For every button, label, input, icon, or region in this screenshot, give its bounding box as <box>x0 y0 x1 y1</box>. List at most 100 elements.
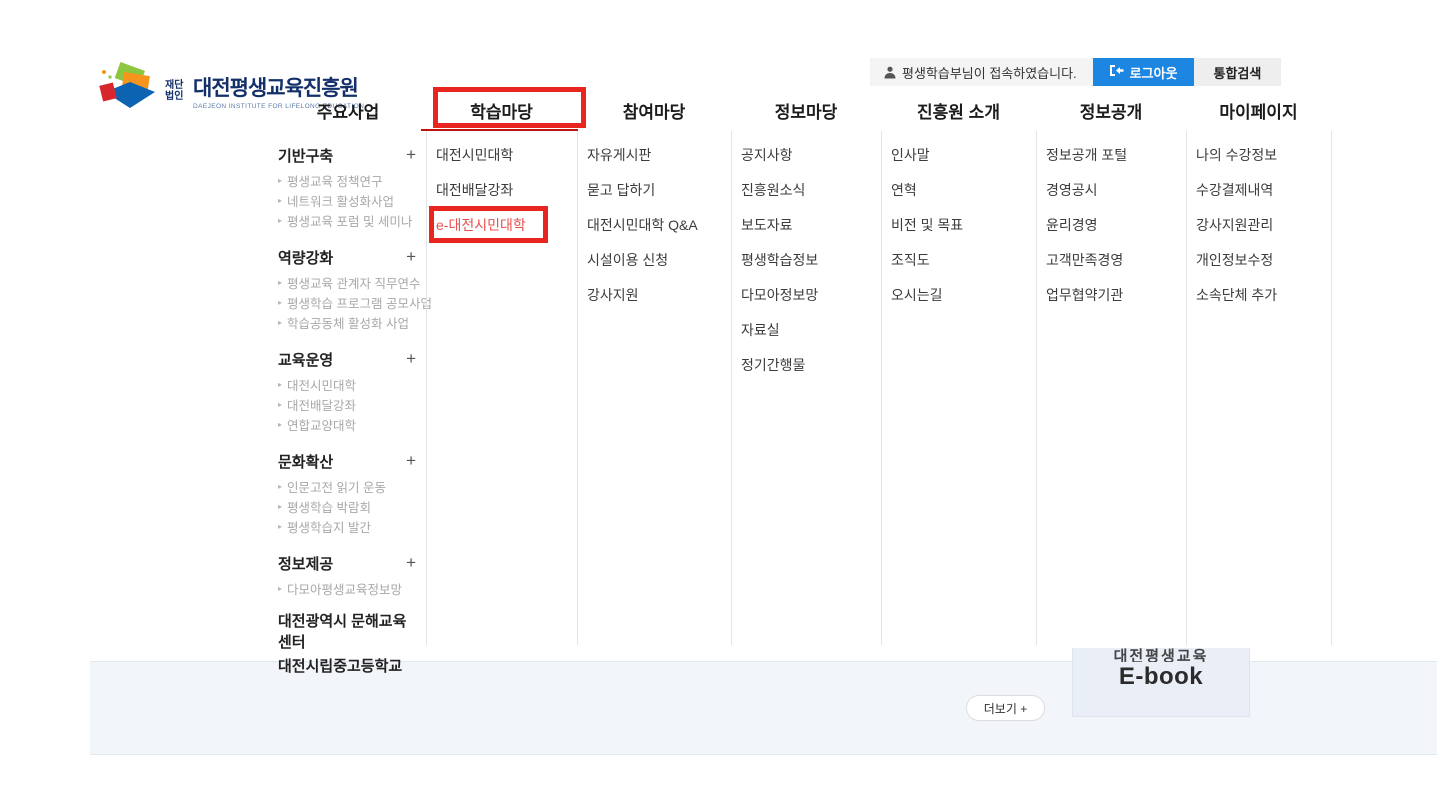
global-search-label: 통합검색 <box>1214 63 1262 82</box>
logout-label: 로그아웃 <box>1130 63 1178 82</box>
menu-link[interactable]: 조직도 <box>891 242 1036 277</box>
nav-label: 참여마당 <box>623 98 686 123</box>
sub-link-label: 학습공동체 활성화 사업 <box>287 313 409 332</box>
more-button[interactable]: 더보기 + <box>966 695 1045 721</box>
sub-link-label: 연합교양대학 <box>287 415 356 434</box>
nav-item-participation[interactable]: 참여마당 <box>577 90 731 131</box>
nav-label: 정보공개 <box>1080 98 1143 123</box>
menu-link[interactable]: 수강결제내역 <box>1196 172 1331 207</box>
nav-item-projects[interactable]: 주요사업 <box>270 90 426 131</box>
sub-link-label: 평생교육 관계자 직무연수 <box>287 273 420 292</box>
menu-link[interactable]: 대전배달강좌 <box>436 172 577 207</box>
menu-sub-link[interactable]: ▸인문고전 읽기 운동 <box>278 476 416 496</box>
logo-prefix: 재단법인 <box>165 80 189 102</box>
menu-group-title[interactable]: 기반구축 <box>278 145 333 166</box>
nav-item-mypage[interactable]: 마이페이지 <box>1186 90 1331 131</box>
menu-sub-link[interactable]: ▸ 대전시민대학 <box>278 374 416 394</box>
menu-link[interactable]: 묻고 답하기 <box>587 172 731 207</box>
menu-sub-link[interactable]: ▸평생교육 관계자 직무연수 <box>278 272 416 292</box>
menu-link[interactable]: 강사지원 <box>587 277 731 312</box>
nav-item-learning[interactable]: 학습마당 <box>426 90 577 131</box>
menu-link[interactable]: 인사말 <box>891 137 1036 172</box>
menu-group-title[interactable]: 교육운영 <box>278 349 333 370</box>
plus-icon[interactable]: + <box>406 553 416 573</box>
arrow-bullet-icon: ▸ <box>278 400 282 409</box>
plus-icon[interactable]: + <box>406 451 416 471</box>
menu-extra-link[interactable]: 대전시립중고등학교 <box>278 648 416 682</box>
megamenu-col-projects: 기반구축 + ▸평생교육 정책연구 ▸네트워크 활성화사업 ▸평생교육 포럼 및… <box>270 131 426 645</box>
sub-link-label: 대전시민대학 <box>287 375 356 394</box>
menu-link[interactable]: 윤리경영 <box>1046 207 1186 242</box>
sub-link-label: 인문고전 읽기 운동 <box>287 477 386 496</box>
plus-icon[interactable]: + <box>406 349 416 369</box>
menu-sub-link[interactable]: ▸ 대전배달강좌 <box>278 394 416 414</box>
menu-link-e-citizen-univ[interactable]: e-대전시민대학 <box>436 207 577 242</box>
logout-button[interactable]: 로그아웃 <box>1093 58 1194 86</box>
menu-link[interactable]: 평생학습정보 <box>741 242 881 277</box>
menu-sub-link[interactable]: ▸연합교양대학 <box>278 414 416 434</box>
menu-link[interactable]: 경영공시 <box>1046 172 1186 207</box>
arrow-bullet-icon: ▸ <box>278 176 282 185</box>
menu-link[interactable]: 자유게시판 <box>587 137 731 172</box>
megamenu-col-info-plaza: 공지사항 진흥원소식 보도자료 평생학습정보 다모아정보망 자료실 정기간행물 <box>731 131 881 645</box>
menu-group-education: 교육운영 + ▸ 대전시민대학 ▸ 대전배달강좌 ▸연합교양대학 <box>278 348 416 434</box>
menu-group-title[interactable]: 문화확산 <box>278 451 333 472</box>
menu-sub-link[interactable]: ▸평생학습 프로그램 공모사업 <box>278 292 416 312</box>
menu-link[interactable]: 소속단체 추가 <box>1196 277 1331 312</box>
menu-link[interactable]: 개인정보수정 <box>1196 242 1331 277</box>
menu-link[interactable]: 대전시민대학 <box>436 137 577 172</box>
nav-item-info-plaza[interactable]: 정보마당 <box>731 90 881 131</box>
topbar: 평생학습부님이 접속하였습니다. 로그아웃 통합검색 <box>870 58 1281 86</box>
menu-link[interactable]: 다모아정보망 <box>741 277 881 312</box>
arrow-bullet-icon: ▸ <box>278 380 282 389</box>
arrow-bullet-icon: ▸ <box>278 216 282 225</box>
logout-icon <box>1109 64 1124 80</box>
menu-link[interactable]: 대전시민대학 Q&A <box>587 207 731 242</box>
menu-link[interactable]: 진흥원소식 <box>741 172 881 207</box>
menu-sub-link[interactable]: ▸평생교육 포럼 및 세미나 <box>278 210 416 230</box>
menu-sub-link[interactable]: ▸평생학습지 발간 <box>278 516 416 536</box>
arrow-bullet-icon: ▸ <box>278 318 282 327</box>
arrow-bullet-icon: ▸ <box>278 298 282 307</box>
nav-item-disclosure[interactable]: 정보공개 <box>1036 90 1186 131</box>
menu-group-title[interactable]: 역량강화 <box>278 247 333 268</box>
menu-link[interactable]: 연혁 <box>891 172 1036 207</box>
menu-group-title[interactable]: 정보제공 <box>278 553 333 574</box>
menu-link[interactable]: 자료실 <box>741 312 881 347</box>
sub-link-label: 대전배달강좌 <box>287 395 356 414</box>
menu-sub-link[interactable]: ▸다모아평생교육정보망 <box>278 578 416 598</box>
menu-link[interactable]: 업무협약기관 <box>1046 277 1186 312</box>
menu-sub-link[interactable]: ▸네트워크 활성화사업 <box>278 190 416 210</box>
page: 평생학습부님이 접속하였습니다. 로그아웃 통합검색 재단법인 <box>0 0 1440 810</box>
menu-link[interactable]: 공지사항 <box>741 137 881 172</box>
global-search-button[interactable]: 통합검색 <box>1194 58 1282 86</box>
menu-link[interactable]: 오시는길 <box>891 277 1036 312</box>
menu-extra-link[interactable]: 대전광역시 문해교육센터 <box>278 614 416 648</box>
megamenu-col-about: 인사말 연혁 비전 및 목표 조직도 오시는길 <box>881 131 1036 645</box>
arrow-bullet-icon: ▸ <box>278 502 282 511</box>
menu-link[interactable]: 정보공개 포털 <box>1046 137 1186 172</box>
plus-icon[interactable]: + <box>406 247 416 267</box>
menu-sub-link[interactable]: ▸평생교육 정책연구 <box>278 170 416 190</box>
logo-mark <box>95 62 159 119</box>
menu-sub-link[interactable]: ▸평생학습 박람회 <box>278 496 416 516</box>
menu-link[interactable]: 나의 수강정보 <box>1196 137 1331 172</box>
menu-right-divider <box>1331 131 1332 645</box>
menu-link[interactable]: 정기간행물 <box>741 347 881 382</box>
plus-icon[interactable]: + <box>406 145 416 165</box>
nav-label: 주요사업 <box>317 98 380 123</box>
menu-group-capacity: 역량강화 + ▸평생교육 관계자 직무연수 ▸평생학습 프로그램 공모사업 ▸ 학… <box>278 246 416 332</box>
megamenu-col-mypage: 나의 수강정보 수강결제내역 강사지원관리 개인정보수정 소속단체 추가 <box>1186 131 1331 645</box>
menu-link[interactable]: 보도자료 <box>741 207 881 242</box>
menu-group-culture: 문화확산 + ▸인문고전 읽기 운동 ▸평생학습 박람회 ▸평생학습지 발간 <box>278 450 416 536</box>
nav-item-about[interactable]: 진흥원 소개 <box>881 90 1036 131</box>
menu-link[interactable]: 시설이용 신청 <box>587 242 731 277</box>
menu-link[interactable]: 비전 및 목표 <box>891 207 1036 242</box>
nav-label: 정보마당 <box>775 98 838 123</box>
menu-link[interactable]: 강사지원관리 <box>1196 207 1331 242</box>
ebook-banner[interactable]: 대전평생교육 E-book <box>1072 640 1250 717</box>
menu-link[interactable]: 고객만족경영 <box>1046 242 1186 277</box>
nav-label: 마이페이지 <box>1219 98 1297 123</box>
menu-sub-link[interactable]: ▸ 학습공동체 활성화 사업 <box>278 312 416 332</box>
nav-label: 진흥원 소개 <box>917 98 1000 123</box>
